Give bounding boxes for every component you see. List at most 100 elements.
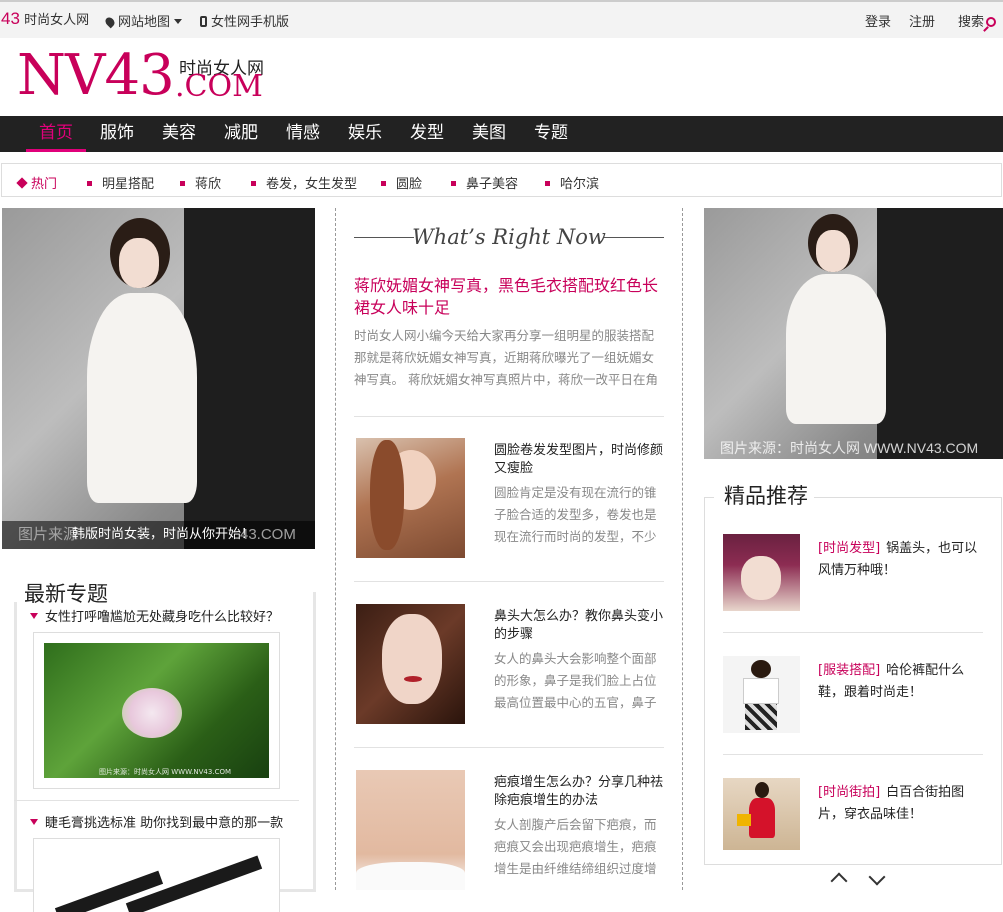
topic-image[interactable] [33,838,280,912]
left-feature-caption-bar: 图片来源 韩版时尚女装，时尚从你开始！ 43.COM [2,521,315,549]
hot-label: 热门 [16,173,58,192]
nav-item-beauty[interactable]: 美容 [154,116,204,152]
right-feature-photo[interactable]: 图片来源：时尚女人网 WWW.NV43.COM [704,208,1003,459]
tag-icon [16,177,28,189]
thumb-shirt [743,678,779,704]
recommended-category: [时尚发型] [818,541,881,556]
recommended-item[interactable]: [时尚街拍] 白百合街拍图片，穿衣品味佳！ [818,782,988,826]
chevron-down-icon [174,19,183,24]
bullet-icon [381,181,386,186]
hot-item[interactable]: 卷发，女生发型 [251,173,357,192]
heading-rule [604,237,664,238]
search-label: 搜索 [958,15,985,30]
left-feature-photo[interactable]: 图片来源 韩版时尚女装，时尚从你开始！ 43.COM [2,208,315,549]
photo-figure-face [816,230,850,272]
hot-item-label: 鼻子美容 [466,177,519,192]
login-link[interactable]: 登录 [865,11,891,30]
carousel-controls [820,868,896,892]
main-nav: 首页 服饰 美容 减肥 情感 娱乐 发型 美图 专题 [0,116,1003,152]
triangle-down-icon [30,819,38,825]
divider [723,632,983,633]
topic-image-photo: 图片来源：时尚女人网 WWW.NV43.COM [44,643,269,778]
thumb-hair [370,440,404,550]
bullet-icon [180,181,185,186]
nav-item-diet[interactable]: 减肥 [216,116,266,152]
recommended-thumbnail[interactable] [723,656,800,733]
left-feature-watermark: 图片来源 [18,526,79,543]
sitemap-dropdown[interactable]: 网站地图 [103,11,183,30]
recommended-category: [时尚街拍] [818,785,881,800]
location-pin-icon [103,15,117,29]
divider [14,800,299,801]
topic-image[interactable]: 图片来源：时尚女人网 WWW.NV43.COM [33,632,280,789]
article-title[interactable]: 疤痕增生怎么办？分享几种祛除疤痕增生的办法 [494,774,666,810]
nav-item-emotion[interactable]: 情感 [278,116,328,152]
lead-article-title[interactable]: 蒋欣妩媚女神写真，黑色毛衣搭配玫红色长裙女人味十足 [354,275,664,319]
topic-item-label: 女性打呼噜尴尬无处藏身吃什么比较好？ [45,610,280,625]
hot-item-label: 蒋欣 [195,177,222,192]
topic-item-title[interactable]: 睫毛膏挑选标准 助你找到最中意的那一款 [30,812,283,831]
site-number: 43 [1,9,20,28]
search-button[interactable]: 搜索 [958,11,997,30]
nav-item-home[interactable]: 首页 [26,116,86,152]
sitemap-label: 网站地图 [118,15,171,30]
triangle-down-icon [30,613,38,619]
mobile-version-link[interactable]: 女性网手机版 [200,11,289,30]
topic-item-title[interactable]: 女性打呼噜尴尬无处藏身吃什么比较好？ [30,606,279,625]
hot-item-label: 哈尔滨 [560,177,600,192]
recommended-heading: 精品推荐 [714,480,814,508]
hot-item-label: 明星搭配 [102,177,155,192]
phone-icon [200,16,207,27]
recommended-thumbnail[interactable] [723,778,800,850]
article-thumbnail[interactable] [356,604,465,724]
site-home-link[interactable]: 43 时尚女人网 [1,9,89,29]
hot-item[interactable]: 蒋欣 [180,173,221,192]
nav-item-gallery[interactable]: 美图 [464,116,514,152]
chevron-down-icon[interactable] [868,868,886,886]
nav-item-fashion[interactable]: 服饰 [92,116,142,152]
column-divider [335,208,336,890]
lead-article-summary: 时尚女人网小编今天给大家再分享一组明星的服装搭配那就是蒋欣妩媚女神写真，近期蒋欣… [354,328,658,387]
thumb-lips [404,676,422,682]
right-feature-watermark: 图片来源：时尚女人网 WWW.NV43.COM [720,440,979,456]
recommended-category: [服装搭配] [818,663,881,678]
hot-item[interactable]: 鼻子美容 [451,173,518,192]
article-summary: 圆脸肯定是没有现在流行的锥子脸合适的发型多，卷发也是现在流行而时尚的发型，不少圆… [494,485,657,544]
article-thumbnail[interactable] [356,438,465,558]
bullet-icon [451,181,456,186]
article-title[interactable]: 圆脸卷发发型图片，时尚修颜又瘦脸 [494,442,666,478]
register-link[interactable]: 注册 [909,11,935,30]
topic-image-watermark: 图片来源：时尚女人网 WWW.NV43.COM [99,768,232,776]
divider [354,747,664,748]
chevron-up-icon[interactable] [830,872,848,890]
nav-item-topics[interactable]: 专题 [526,116,576,152]
hot-item[interactable]: 哈尔滨 [545,173,599,192]
latest-topics-heading: 最新专题 [14,578,132,606]
recommended-item[interactable]: [服装搭配] 哈伦裤配什么鞋，跟着时尚走！ [818,660,988,704]
nav-item-entertainment[interactable]: 娱乐 [340,116,390,152]
recommended-thumbnail[interactable] [723,534,800,611]
recommended-item[interactable]: [时尚发型] 锅盖头，也可以风情万种哦！ [818,538,988,582]
thumb-dress [749,798,775,838]
thumb-pants [745,704,777,730]
top-bar: 43 时尚女人网 网站地图 女性网手机版 登录 注册 搜索 [0,0,1003,38]
bullet-icon [87,181,92,186]
site-name: 时尚女人网 [24,13,90,28]
mobile-label: 女性网手机版 [211,15,290,30]
search-icon [986,17,997,27]
article-thumbnail[interactable] [356,770,465,890]
thumb-head [751,660,771,678]
hot-tags-bar: 热门 明星搭配 蒋欣 卷发，女生发型 圆脸 鼻子美容 哈尔滨 [1,163,1002,197]
nav-item-hairstyle[interactable]: 发型 [402,116,452,152]
left-feature-caption: 韩版时尚女装，时尚从你开始！ [72,527,255,542]
photo-background [183,208,315,549]
column-divider [682,208,683,890]
hot-item-label: 卷发，女生发型 [266,177,358,192]
photo-figure-face [119,238,159,288]
article-title[interactable]: 鼻头大怎么办？教你鼻头变小的步骤 [494,608,666,644]
hot-item[interactable]: 明星搭配 [87,173,154,192]
hot-item[interactable]: 圆脸 [381,173,422,192]
thumb-face [382,614,442,704]
topic-image-photo [44,849,269,912]
hot-label-text: 热门 [31,177,58,192]
